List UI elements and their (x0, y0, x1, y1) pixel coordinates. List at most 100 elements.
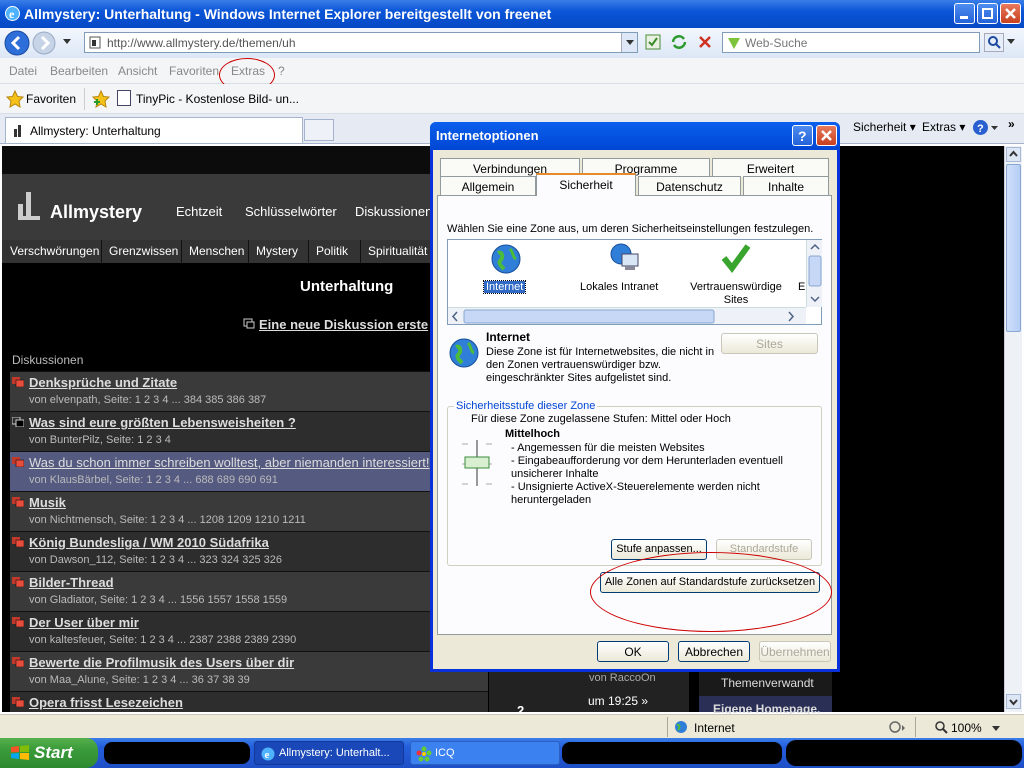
thread-row[interactable]: Was sind eure größten Lebensweisheiten ?… (10, 411, 488, 451)
thread-title[interactable]: Was du schon immer schreiben wolltest, a… (29, 455, 430, 470)
section-label: Diskussionen (12, 353, 84, 367)
thread-title[interactable]: Denksprüche und Zitate (29, 375, 177, 390)
dialog-help-button[interactable]: ? (792, 125, 813, 146)
taskbar-item-icq[interactable]: ICQ (410, 741, 560, 765)
zone-restricted[interactable]: E (798, 281, 805, 293)
back-button[interactable] (4, 30, 30, 56)
nav-echtzeit[interactable]: Echtzeit (176, 204, 222, 219)
scroll-down-icon[interactable] (1006, 694, 1021, 709)
menu-datei[interactable]: Datei (9, 64, 37, 78)
nav-diskussionen[interactable]: Diskussionen (355, 204, 432, 219)
nav-schluesselwoerter[interactable]: Schlüsselwörter (245, 204, 337, 219)
zone-trusted[interactable]: Vertrauenswürdige Sites (688, 281, 784, 307)
favorite-link-tinypic[interactable]: TinyPic - Kostenlose Bild- un... (136, 92, 299, 106)
category-politik[interactable]: Politik (316, 244, 348, 258)
zoom-dropdown-icon[interactable] (992, 726, 1000, 731)
side-link-themenverwandt[interactable]: Themenverwandt (721, 676, 814, 690)
history-dropdown-icon[interactable] (62, 38, 72, 46)
dialog-close-button[interactable] (816, 125, 837, 146)
category-grenzwissen[interactable]: Grenzwissen (109, 244, 178, 258)
status-bar: Internet 100% (0, 714, 1024, 738)
scroll-thumb[interactable] (1006, 164, 1021, 332)
last-post-time[interactable]: um 19:25 » (588, 694, 648, 708)
security-menu[interactable]: Sicherheit ▾ (853, 120, 916, 134)
category-menschen[interactable]: Menschen (189, 244, 244, 258)
address-dropdown-icon[interactable] (621, 33, 637, 52)
sites-button[interactable]: Sites (721, 333, 818, 354)
thread-row[interactable]: Bewerte die Profilmusik des Users über d… (10, 651, 488, 691)
divider (360, 240, 361, 263)
thread-title[interactable]: Musik (29, 495, 66, 510)
zone-globe-icon (674, 720, 688, 734)
menu-favoriten[interactable]: Favoriten (169, 64, 219, 78)
stop-icon[interactable] (696, 33, 714, 51)
tab-sicherheit[interactable]: Sicherheit (536, 173, 636, 196)
tab-datenschutz[interactable]: Datenschutz (638, 176, 741, 195)
add-favorite-icon[interactable] (92, 90, 110, 108)
thread-row[interactable]: Musik von Nichtmensch, Seite: 1 2 3 4 ..… (10, 491, 488, 531)
address-bar[interactable]: http://www.allmystery.de/themen/uh (84, 32, 638, 53)
page-scrollbar[interactable] (1004, 146, 1022, 712)
zone-internet[interactable]: Internet (482, 280, 527, 294)
search-input[interactable]: Web-Suche (722, 32, 980, 53)
thread-title[interactable]: Bilder-Thread (29, 575, 114, 590)
taskbar-item-ie[interactable]: e Allmystery: Unterhalt... (254, 741, 404, 765)
ok-button[interactable]: OK (597, 641, 669, 662)
thread-hot-icon (12, 457, 24, 467)
new-tab-button[interactable] (304, 119, 334, 141)
maximize-button[interactable] (977, 3, 998, 24)
menu-ansicht[interactable]: Ansicht (118, 64, 157, 78)
forward-button[interactable] (32, 31, 56, 55)
thread-row[interactable]: Bilder-Thread von Gladiator, Seite: 1 2 … (10, 571, 488, 611)
cancel-button[interactable]: Abbrechen (678, 641, 750, 662)
menu-help[interactable]: ? (278, 64, 285, 78)
security-level-slider[interactable] (460, 438, 496, 488)
favorites-button[interactable]: Favoriten (26, 92, 76, 106)
category-verschwoerungen[interactable]: Verschwörungen (10, 244, 99, 258)
thread-title[interactable]: Der User über mir (29, 615, 139, 630)
thread-row[interactable]: Opera frisst Lesezeichen (10, 691, 488, 712)
extras-menu[interactable]: Extras ▾ (922, 120, 965, 134)
thread-meta: von elvenpath, Seite: 1 2 3 4 ... 384 38… (29, 394, 267, 406)
thread-meta: von Maa_Alune, Seite: 1 2 3 4 ... 36 37 … (29, 674, 250, 686)
thread-row[interactable]: Der User über mir von kaltesfeuer, Seite… (10, 611, 488, 651)
minimize-button[interactable] (954, 3, 975, 24)
zone-intranet[interactable]: Lokales Intranet (580, 281, 658, 293)
zone-list-hscroll[interactable] (448, 307, 806, 324)
taskbar-item-label: ICQ (435, 747, 455, 759)
close-button[interactable] (1000, 3, 1021, 24)
thread-title[interactable]: Bewerte die Profilmusik des Users über d… (29, 655, 294, 670)
more-chevron-icon[interactable]: » (1008, 117, 1015, 131)
menu-bearbeiten[interactable]: Bearbeiten (50, 64, 108, 78)
tab-erweitert[interactable]: Erweitert (712, 158, 829, 177)
selected-zone-globe-icon (448, 337, 480, 369)
page-title: Unterhaltung (300, 278, 394, 295)
search-icon[interactable] (984, 33, 1004, 52)
category-mystery[interactable]: Mystery (256, 244, 298, 258)
compatibility-icon[interactable] (644, 33, 662, 51)
tab-inhalte[interactable]: Inhalte (743, 176, 829, 195)
zoom-level[interactable]: 100% (951, 721, 982, 735)
zone-list-vscroll[interactable] (806, 240, 822, 307)
thread-title[interactable]: Was sind eure größten Lebensweisheiten ? (29, 415, 296, 430)
thread-row[interactable]: Denksprüche und Zitate von elvenpath, Se… (10, 371, 488, 411)
refresh-icon[interactable] (670, 33, 688, 51)
start-button[interactable]: Start (0, 738, 98, 768)
help-dropdown-icon[interactable] (991, 126, 998, 131)
tab-allmystery[interactable]: Allmystery: Unterhaltung (5, 117, 303, 143)
thread-title[interactable]: Opera frisst Lesezeichen (29, 695, 183, 710)
help-icon[interactable]: ? (972, 119, 989, 136)
new-discussion-link[interactable]: Eine neue Diskussion erste (259, 317, 428, 332)
apply-button[interactable]: Übernehmen (759, 641, 831, 662)
protected-mode-icon[interactable] (888, 719, 906, 735)
site-logo[interactable]: Allmystery (50, 202, 142, 223)
category-spiritualitaet[interactable]: Spiritualität (368, 244, 427, 258)
tab-allgemein[interactable]: Allgemein (440, 176, 536, 195)
scroll-up-icon[interactable] (1006, 147, 1021, 162)
search-options-icon[interactable] (1007, 39, 1015, 45)
status-zone[interactable]: Internet (694, 721, 735, 735)
start-label: Start (34, 743, 73, 762)
thread-title[interactable]: König Bundesliga / WM 2010 Südafrika (29, 535, 269, 550)
thread-row[interactable]: Was du schon immer schreiben wolltest, a… (10, 451, 488, 491)
thread-row[interactable]: König Bundesliga / WM 2010 Südafrika von… (10, 531, 488, 571)
